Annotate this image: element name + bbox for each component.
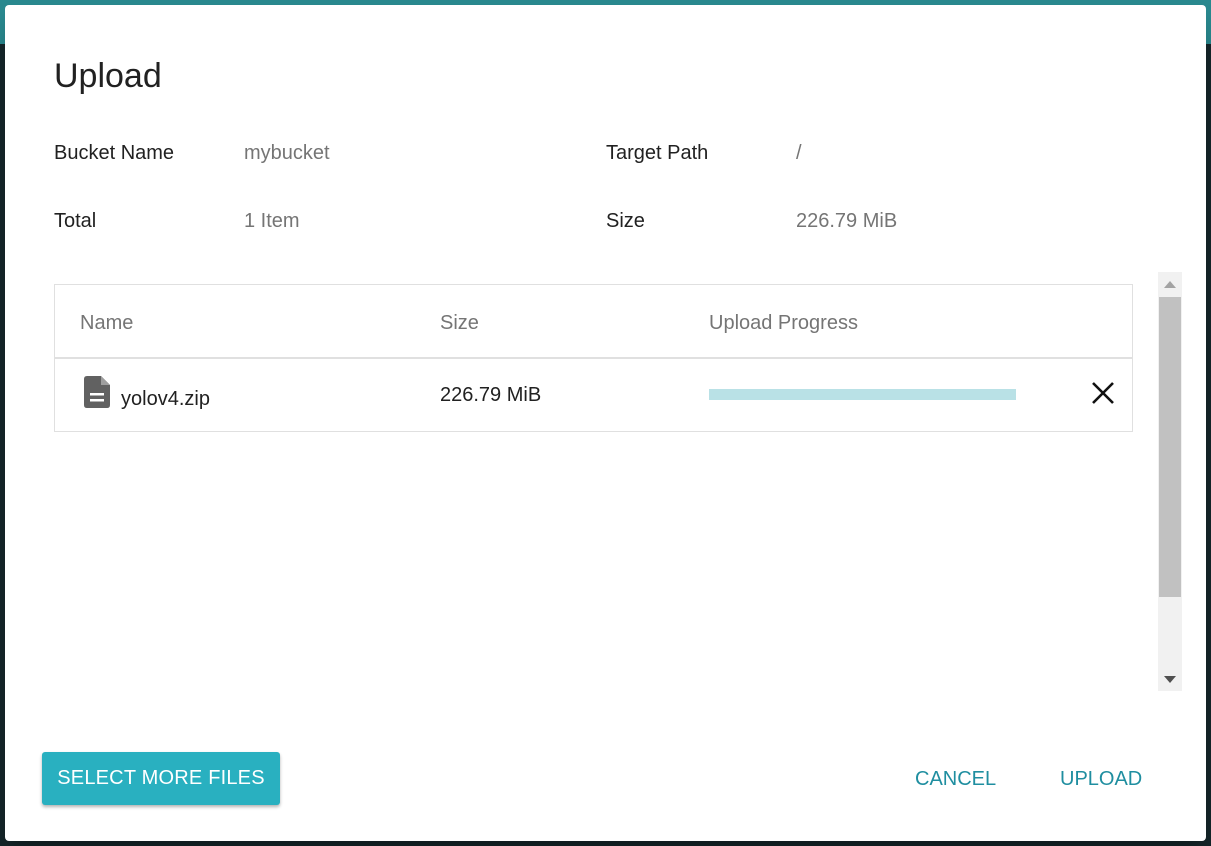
bucket-name-value: mybucket bbox=[244, 142, 330, 164]
size-label: Size bbox=[606, 210, 645, 232]
column-header-name: Name bbox=[80, 312, 134, 334]
table-scrollbar[interactable] bbox=[1158, 272, 1182, 691]
upload-button[interactable]: UPLOAD bbox=[1052, 757, 1150, 801]
size-value: 226.79 MiB bbox=[796, 210, 898, 232]
upload-progress-bar bbox=[709, 389, 1016, 400]
cancel-button[interactable]: CANCEL bbox=[907, 757, 1004, 801]
total-value: 1 Item bbox=[244, 210, 300, 232]
file-size: 226.79 MiB bbox=[440, 384, 542, 406]
file-document-icon bbox=[84, 376, 110, 408]
target-path-value: / bbox=[796, 142, 802, 164]
target-path-label: Target Path bbox=[606, 142, 709, 164]
scrollbar-thumb[interactable] bbox=[1159, 297, 1181, 597]
scroll-down-arrow-icon[interactable] bbox=[1164, 676, 1176, 683]
scroll-up-arrow-icon[interactable] bbox=[1164, 281, 1176, 288]
header-divider bbox=[55, 357, 1132, 359]
column-header-size: Size bbox=[440, 312, 479, 334]
remove-file-close-icon[interactable] bbox=[1089, 379, 1117, 407]
dialog-title: Upload bbox=[54, 57, 162, 95]
bucket-name-label: Bucket Name bbox=[54, 142, 175, 164]
column-header-upload-progress: Upload Progress bbox=[709, 312, 858, 334]
file-name: yolov4.zip bbox=[121, 388, 210, 410]
select-more-files-button[interactable]: SELECT MORE FILES bbox=[42, 752, 280, 805]
upload-file-table: Name Size Upload Progress yolov4.zip 226… bbox=[54, 284, 1133, 432]
upload-dialog: Upload Bucket Name mybucket Target Path … bbox=[5, 5, 1206, 841]
total-label: Total bbox=[54, 210, 97, 232]
